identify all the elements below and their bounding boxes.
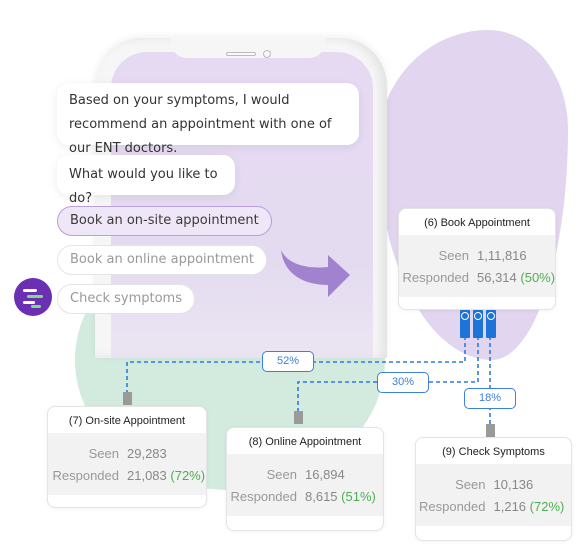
seen-value: 1,11,816 [477, 248, 527, 263]
responded-percent: (72%) [170, 468, 206, 483]
responded-label: Responded [230, 489, 298, 504]
responded-label: Responded [402, 270, 470, 285]
input-socket-onsite[interactable] [123, 392, 132, 405]
output-port-online[interactable] [473, 310, 483, 338]
branch-share-online: 30% [377, 372, 429, 393]
input-socket-symptoms[interactable] [486, 424, 495, 437]
port-check-icon [461, 312, 469, 320]
responded-label: Responded [52, 468, 120, 483]
responded-percent: (51%) [341, 489, 376, 504]
responded-value: 1,216 [493, 499, 527, 514]
seen-label: Seen [455, 477, 486, 492]
output-port-onsite[interactable] [460, 310, 470, 338]
node-card-book-appointment[interactable]: (6) Book Appointment Seen 1,11,816 Respon… [398, 208, 556, 310]
node-card-online-appointment[interactable]: (8) Online Appointment Seen 16,894 Respon… [226, 427, 384, 531]
seen-label: Seen [88, 446, 119, 461]
responded-value: 8,615 [305, 489, 338, 504]
node-card-onsite-appointment[interactable]: (7) On-site Appointment Seen 29,283 Respo… [47, 406, 207, 508]
port-check-icon [487, 312, 495, 320]
node-card-check-symptoms[interactable]: (9) Check Symptoms Seen 10,136 Responded 1… [415, 437, 572, 541]
branch-share-onsite: 52% [262, 351, 314, 372]
responded-value: 21,083 [127, 468, 167, 483]
responded-label: Responded [419, 499, 486, 514]
output-port-symptoms[interactable] [486, 310, 496, 338]
branch-share-symptoms: 18% [464, 388, 516, 409]
node-title: (9) Check Symptoms [442, 446, 545, 458]
responded-value: 56,314 [477, 270, 517, 285]
seen-label: Seen [438, 248, 469, 263]
node-title: (6) Book Appointment [424, 217, 530, 229]
seen-value: 10,136 [493, 477, 534, 492]
seen-value: 16,894 [305, 467, 345, 482]
port-check-icon [474, 312, 482, 320]
node-title: (7) On-site Appointment [68, 415, 186, 427]
input-socket-online[interactable] [294, 411, 303, 424]
seen-label: Seen [266, 467, 297, 482]
seen-value: 29,283 [127, 446, 167, 461]
responded-percent: (72%) [529, 499, 565, 514]
responded-percent: (50%) [520, 270, 556, 285]
node-title: (8) Online Appointment [248, 436, 362, 448]
